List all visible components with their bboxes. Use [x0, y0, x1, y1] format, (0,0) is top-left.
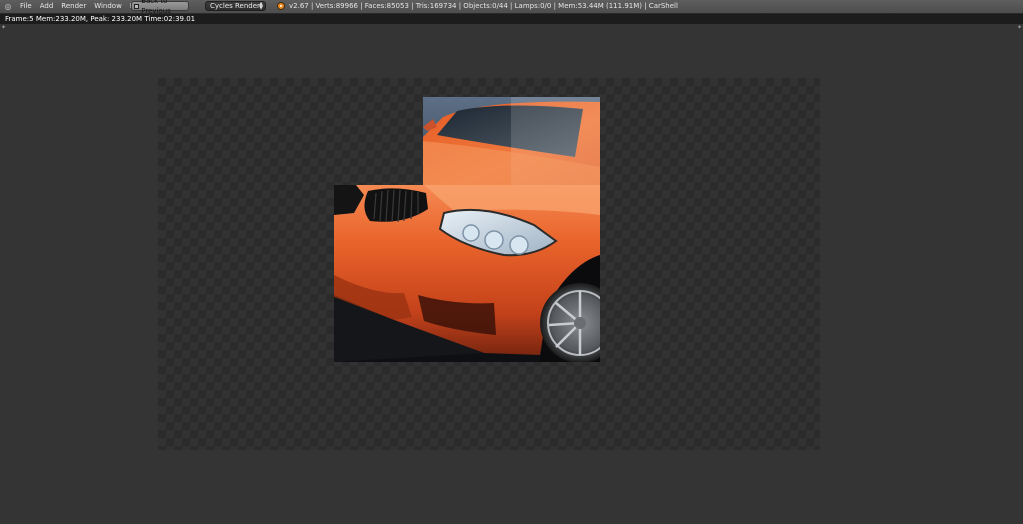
back-to-previous-button[interactable]: Back to Previous: [131, 0, 189, 15]
blender-logo-icon: [277, 2, 285, 10]
render-tile-lower: [334, 185, 600, 362]
render-info-bar: Frame:5 Mem:233.20M, Peak: 233.20M Time:…: [0, 14, 1023, 24]
info-header: ◎ File Add Render Window Help Back to Pr…: [0, 0, 1023, 15]
render-info-text: Frame:5 Mem:233.20M, Peak: 233.20M Time:…: [5, 15, 196, 23]
menu-file[interactable]: File: [16, 0, 36, 13]
render-engine-select[interactable]: Cycles Render ▲ ▼: [205, 1, 266, 11]
menu-window[interactable]: Window: [90, 0, 126, 13]
area-split-handle-icon-right[interactable]: ✦: [1017, 25, 1022, 31]
area-split-handle-icon[interactable]: ✦: [1, 25, 6, 31]
scene-stats: v2.67 | Verts:89966 | Faces:85053 | Tris…: [289, 2, 678, 10]
main-menu: File Add Render Window Help: [16, 0, 150, 13]
render-tile-upper: [423, 97, 600, 185]
menu-add[interactable]: Add: [36, 0, 58, 13]
menu-render[interactable]: Render: [57, 0, 90, 13]
render-result-canvas[interactable]: [158, 78, 820, 450]
screen-icon: [134, 3, 140, 9]
dropdown-arrows-icon: ▲ ▼: [259, 1, 263, 11]
editor-type-icon[interactable]: ◎: [3, 2, 13, 11]
render-engine-value: Cycles Render: [210, 2, 260, 10]
